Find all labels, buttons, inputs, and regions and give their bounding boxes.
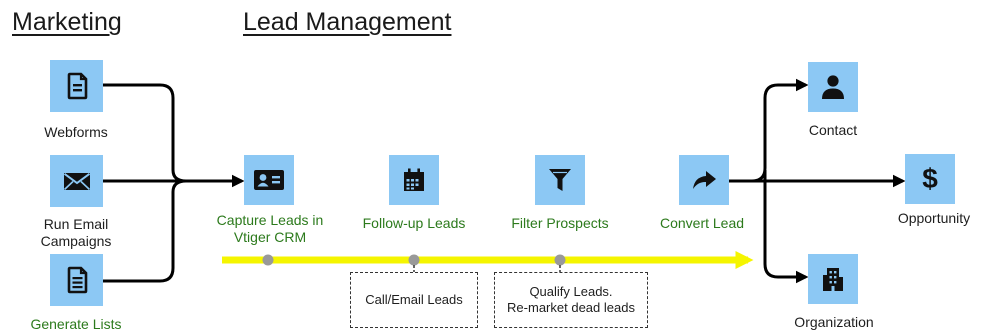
organization-label: Organization xyxy=(794,314,874,330)
connector-webforms xyxy=(103,83,187,183)
timeline-marker-capture xyxy=(262,254,274,266)
convert-lead-node xyxy=(679,155,729,205)
funnel-icon xyxy=(547,166,573,194)
person-icon xyxy=(820,73,846,101)
organization-node xyxy=(808,254,858,304)
contact-card-icon xyxy=(253,167,285,193)
lead-management-heading: Lead Management xyxy=(243,8,452,36)
contact-node xyxy=(808,62,858,112)
generate-lists-label: Generate Lists xyxy=(30,316,122,332)
capture-leads-node xyxy=(244,155,294,205)
follow-up-leads-node xyxy=(389,155,439,205)
opportunity-node: $ xyxy=(905,154,955,204)
convert-lead-label: Convert Lead xyxy=(659,215,745,231)
qualify-leads-note: Qualify Leads. Re-market dead leads xyxy=(494,272,648,328)
envelope-icon xyxy=(62,166,92,196)
contact-label: Contact xyxy=(808,122,858,138)
generate-lists-node xyxy=(50,254,103,306)
filter-prospects-label: Filter Prospects xyxy=(511,215,609,231)
follow-up-leads-label: Follow-up Leads xyxy=(362,215,466,231)
svg-text:$: $ xyxy=(922,163,938,194)
dollar-icon: $ xyxy=(918,163,942,195)
connector-to-organization xyxy=(763,170,809,284)
timeline-marker-follow-up xyxy=(408,254,420,266)
webforms-node xyxy=(50,60,103,112)
webforms-label: Webforms xyxy=(44,124,108,140)
timeline-marker-filter xyxy=(554,254,566,266)
marketing-heading: Marketing xyxy=(12,8,122,36)
capture-leads-label: Capture Leads in Vtiger CRM xyxy=(216,212,324,245)
email-campaigns-node xyxy=(50,155,103,207)
opportunity-label: Opportunity xyxy=(897,210,971,226)
document-icon xyxy=(62,71,92,101)
list-document-icon xyxy=(62,265,92,295)
email-campaigns-label: Run Email Campaigns xyxy=(40,216,112,249)
building-icon xyxy=(820,265,846,293)
connector-to-contact xyxy=(729,78,809,183)
connector-generate-lists xyxy=(103,179,187,283)
calendar-icon xyxy=(400,166,428,194)
share-arrow-icon xyxy=(690,168,718,192)
lead-management-diagram: Marketing Lead Management Webforms Run E… xyxy=(0,0,982,332)
call-email-note: Call/Email Leads xyxy=(350,272,478,328)
filter-prospects-node xyxy=(535,155,585,205)
